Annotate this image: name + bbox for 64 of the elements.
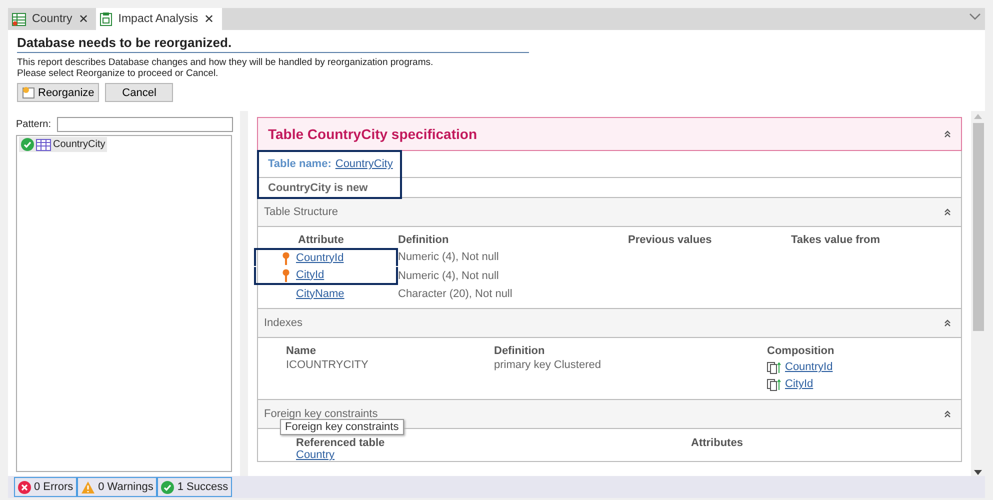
definition-text: Numeric (4), Not null	[398, 250, 500, 264]
section-title: Foreign key constraints	[264, 408, 378, 420]
section-header[interactable]: Indexes	[258, 309, 961, 338]
section-header[interactable]: Table Structure	[258, 198, 961, 227]
tab[interactable]: Country ✕	[8, 8, 96, 30]
tab[interactable]: Impact Analysis ✕	[96, 8, 222, 30]
collapse-icon[interactable]	[944, 208, 951, 216]
column-header: Definition	[398, 234, 450, 247]
specification-title: Table CountryCity specification	[268, 126, 477, 142]
warning-icon	[81, 480, 96, 494]
status-filter[interactable]: 0 Errors	[14, 477, 78, 497]
table-icon	[36, 138, 51, 150]
grid-icon	[12, 12, 26, 26]
key-icon	[282, 268, 290, 282]
table-name-link[interactable]: CountryCity	[335, 158, 393, 170]
index-definition: primary key Clustered	[494, 359, 602, 372]
column-header: Takes value from	[791, 234, 882, 247]
column-header: Previous values	[628, 234, 713, 247]
page-title: Database needs to be reorganized.	[17, 35, 529, 53]
pattern-label: Pattern:	[16, 119, 52, 130]
section-title: Indexes	[264, 317, 303, 329]
index-name: ICOUNTRYCITY	[286, 359, 370, 372]
column-header: Referenced table	[296, 437, 386, 449]
collapse-icon[interactable]	[944, 319, 951, 327]
section-title: Table Structure	[264, 206, 338, 218]
tree-item[interactable]: CountryCity	[19, 137, 108, 152]
table-name-label: Table name:	[268, 158, 332, 170]
definition-text: Character (20), Not null	[398, 288, 514, 300]
cancel-button[interactable]: Cancel	[105, 83, 174, 102]
collapse-icon[interactable]	[944, 410, 951, 418]
description-text: Please select Reorganize to proceed or Cancel.	[17, 68, 220, 79]
column-header: Composition	[767, 345, 836, 358]
key-icon	[282, 252, 290, 264]
column-header: Attribute	[297, 234, 345, 247]
attribute-link[interactable]: CityId	[296, 268, 324, 282]
chevron-down-icon[interactable]	[969, 13, 981, 21]
close-icon[interactable]: ✕	[204, 12, 214, 26]
error-icon	[18, 480, 31, 494]
pattern-input[interactable]	[57, 117, 234, 132]
status-filter[interactable]: 0 Warnings	[77, 477, 158, 497]
document-icon	[100, 12, 112, 26]
table-status-text: CountryCity is new	[268, 182, 368, 194]
collapse-icon[interactable]	[944, 130, 951, 138]
ascending-column-icon	[767, 378, 781, 390]
reorganize-button[interactable]: Reorganize	[17, 83, 100, 102]
referenced-table-link[interactable]: Country	[296, 449, 335, 461]
attribute-link[interactable]: CityName	[296, 288, 344, 300]
composition-link[interactable]: CityId	[785, 378, 814, 391]
status-filter[interactable]: 1 Success	[157, 477, 232, 497]
tab-label: Impact Analysis	[118, 13, 198, 25]
definition-text: Numeric (4), Not null	[398, 270, 500, 282]
tab-label: Country	[32, 13, 72, 25]
description-text: This report describes Database changes and how they will be handled by reorganization programs.	[17, 57, 434, 68]
close-icon[interactable]: ✕	[78, 12, 88, 26]
tooltip: Foreign key constraints	[280, 419, 404, 435]
column-header: Attributes	[691, 437, 744, 449]
scrollbar[interactable]	[971, 111, 985, 476]
scroll-thumb[interactable]	[972, 123, 984, 331]
ascending-column-icon	[767, 362, 781, 374]
column-header: Definition	[494, 345, 546, 358]
success-icon	[21, 138, 34, 151]
composition-link[interactable]: CountryId	[785, 361, 833, 374]
success-icon	[161, 480, 174, 494]
column-header: Name	[286, 345, 317, 358]
